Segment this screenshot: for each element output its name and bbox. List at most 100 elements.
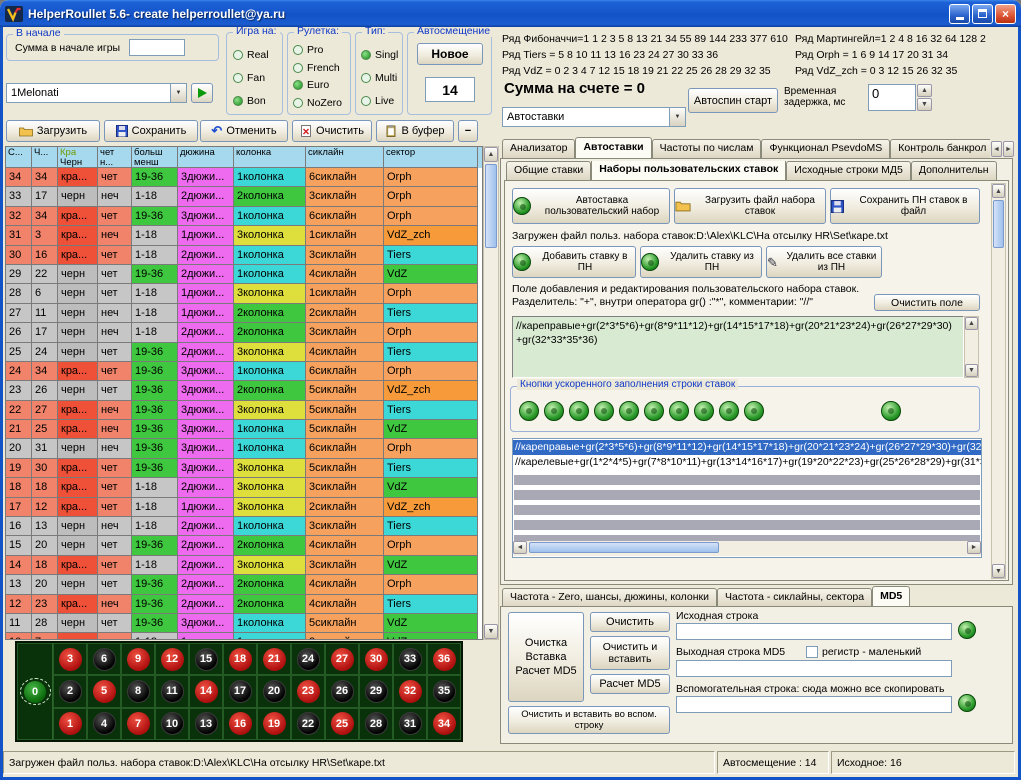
new-autoshift-button[interactable]: Новое — [417, 43, 483, 65]
quick-fill-button-6[interactable] — [644, 401, 664, 421]
board-cell-4[interactable]: 4 — [87, 708, 121, 740]
history-row[interactable]: 1930кра...чет19-363дюжи...3колонка5сикла… — [6, 459, 482, 478]
radio-option-multi[interactable]: Multi — [361, 66, 400, 89]
minimize-button[interactable] — [949, 4, 970, 24]
history-row[interactable]: 1223кра...неч19-362дюжи...2колонка4сикла… — [6, 595, 482, 614]
quick-fill-button-4[interactable] — [594, 401, 614, 421]
board-number-12[interactable]: 12 — [161, 648, 184, 671]
board-cell-24[interactable]: 24 — [291, 643, 325, 675]
board-number-15[interactable]: 15 — [195, 648, 218, 671]
chevron-down-icon[interactable]: ▼ — [669, 108, 685, 126]
board-cell-6[interactable]: 6 — [87, 643, 121, 675]
md5-aux-chip-button[interactable] — [958, 694, 976, 712]
board-number-10[interactable]: 10 — [161, 712, 184, 735]
board-number-1[interactable]: 1 — [59, 712, 82, 735]
board-cell-21[interactable]: 21 — [257, 643, 291, 675]
history-row[interactable]: 1712кра...чет1-181дюжи...3колонка2сиклай… — [6, 498, 482, 517]
chevron-down-icon[interactable]: ▼ — [170, 84, 186, 102]
board-number-19[interactable]: 19 — [263, 712, 286, 735]
board-cell-18[interactable]: 18 — [223, 643, 257, 675]
board-number-3[interactable]: 3 — [59, 648, 82, 671]
board-cell-10[interactable]: 10 — [155, 708, 189, 740]
board-number-26[interactable]: 26 — [331, 680, 354, 703]
board-cell-17[interactable]: 17 — [223, 675, 257, 707]
board-number-14[interactable]: 14 — [195, 680, 218, 703]
board-number-5[interactable]: 5 — [93, 680, 116, 703]
board-number-20[interactable]: 20 — [263, 680, 286, 703]
quick-fill-button-9[interactable] — [719, 401, 739, 421]
scrollbar-thumb[interactable] — [485, 164, 497, 248]
clear-field-button[interactable]: Очистить поле — [874, 294, 980, 311]
board-number-31[interactable]: 31 — [399, 712, 422, 735]
board-number-21[interactable]: 21 — [263, 648, 286, 671]
board-cell-12[interactable]: 12 — [155, 643, 189, 675]
bet-edit-field[interactable]: //кареправые+gr(2*3*5*6)+gr(8*9*11*12)+g… — [512, 316, 964, 378]
board-cell-28[interactable]: 28 — [359, 708, 393, 740]
start-sum-input[interactable] — [129, 39, 185, 56]
minus-button[interactable]: − — [458, 120, 478, 142]
board-cell-23[interactable]: 23 — [291, 675, 325, 707]
board-number-0[interactable]: 0 — [24, 681, 46, 703]
md5-clear-paste-button[interactable]: Очистить и вставить — [590, 636, 670, 670]
board-number-16[interactable]: 16 — [229, 712, 252, 735]
add-bet-button[interactable]: Добавить ставку в ПН — [512, 246, 636, 278]
board-cell-8[interactable]: 8 — [121, 675, 155, 707]
board-number-9[interactable]: 9 — [127, 648, 150, 671]
board-cell-35[interactable]: 35 — [427, 675, 461, 707]
history-row[interactable]: 2711черннеч1-181дюжи...2колонка2сиклайнT… — [6, 304, 482, 323]
tab-3[interactable]: Частоты по числам — [652, 139, 762, 158]
radio-option-pro[interactable]: Pro — [293, 41, 348, 59]
board-number-23[interactable]: 23 — [297, 680, 320, 703]
quick-fill-button-1[interactable] — [519, 401, 539, 421]
board-number-35[interactable]: 35 — [433, 680, 456, 703]
board-cell-14[interactable]: 14 — [189, 675, 223, 707]
board-number-24[interactable]: 24 — [297, 648, 320, 671]
history-row[interactable]: 3317черннеч1-182дюжи...2колонка3сиклайнO… — [6, 187, 482, 206]
bets-list-hscrollbar[interactable]: ◄ ► — [513, 541, 981, 556]
board-number-2[interactable]: 2 — [59, 680, 82, 703]
md5-output-input[interactable] — [676, 660, 952, 677]
save-button[interactable]: Сохранить — [104, 120, 198, 142]
board-number-22[interactable]: 22 — [297, 712, 320, 735]
history-row[interactable]: 286чернчет1-181дюжи...3колонка1сиклайнOr… — [6, 284, 482, 303]
board-number-6[interactable]: 6 — [93, 648, 116, 671]
board-cell-33[interactable]: 33 — [393, 643, 427, 675]
tab-4[interactable]: Дополнительн — [911, 161, 997, 180]
history-row[interactable]: 2326чернчет19-363дюжи...2колонка5сиклайн… — [6, 381, 482, 400]
board-cell-11[interactable]: 11 — [155, 675, 189, 707]
radio-option-fan[interactable]: Fan — [233, 66, 280, 89]
board-number-33[interactable]: 33 — [399, 648, 422, 671]
history-row[interactable]: 3434кра...чет19-363дюжи...1колонка6сикла… — [6, 168, 482, 187]
history-row[interactable]: 2922чернчет19-362дюжи...1колонка4сиклайн… — [6, 265, 482, 284]
undo-button[interactable]: ↶ Отменить — [200, 120, 288, 142]
history-row[interactable]: 3016кра...чет1-182дюжи...1колонка3сиклай… — [6, 246, 482, 265]
tab-1[interactable]: Анализатор — [502, 139, 575, 158]
quick-fill-button-7[interactable] — [669, 401, 689, 421]
md5-clear-paste-aux-button[interactable]: Очистить и вставить во вспом. строку — [508, 706, 670, 734]
history-row[interactable]: 1128чернчет19-363дюжи...1колонка5сиклайн… — [6, 614, 482, 633]
board-cell-30[interactable]: 30 — [359, 643, 393, 675]
board-cell-34[interactable]: 34 — [427, 708, 461, 740]
quick-fill-button-8[interactable] — [694, 401, 714, 421]
autobet-user-set-button[interactable]: Автоставка пользовательский набор — [512, 188, 670, 224]
radio-option-live[interactable]: Live — [361, 89, 400, 112]
history-scrollbar[interactable]: ▲ ▼ — [483, 146, 499, 640]
board-cell-32[interactable]: 32 — [393, 675, 427, 707]
history-row[interactable]: 107кра...неч1-181дюжи...1колонка2сиклайн… — [6, 633, 482, 640]
history-row[interactable]: 1613черннеч1-182дюжи...1колонка3сиклайнT… — [6, 517, 482, 536]
board-number-29[interactable]: 29 — [365, 680, 388, 703]
tab-2[interactable]: Автоставки — [575, 137, 651, 158]
scrollbar-thumb[interactable] — [993, 200, 1004, 248]
board-cell-1[interactable]: 1 — [53, 708, 87, 740]
board-cell-27[interactable]: 27 — [325, 643, 359, 675]
md5-source-input[interactable] — [676, 623, 952, 640]
history-row[interactable]: 2434кра...чет19-363дюжи...1колонка6сикла… — [6, 362, 482, 381]
tab-3[interactable]: MD5 — [872, 586, 910, 607]
history-row[interactable]: 2227кра...неч19-363дюжи...3колонка5сикла… — [6, 401, 482, 420]
radio-option-singl[interactable]: Singl — [361, 43, 400, 66]
md5-source-chip-button[interactable] — [958, 621, 976, 639]
tab-5[interactable]: Контроль банкрол — [890, 139, 990, 158]
strategy-run-button[interactable] — [191, 83, 213, 103]
board-cell-7[interactable]: 7 — [121, 708, 155, 740]
quick-fill-button-3[interactable] — [569, 401, 589, 421]
